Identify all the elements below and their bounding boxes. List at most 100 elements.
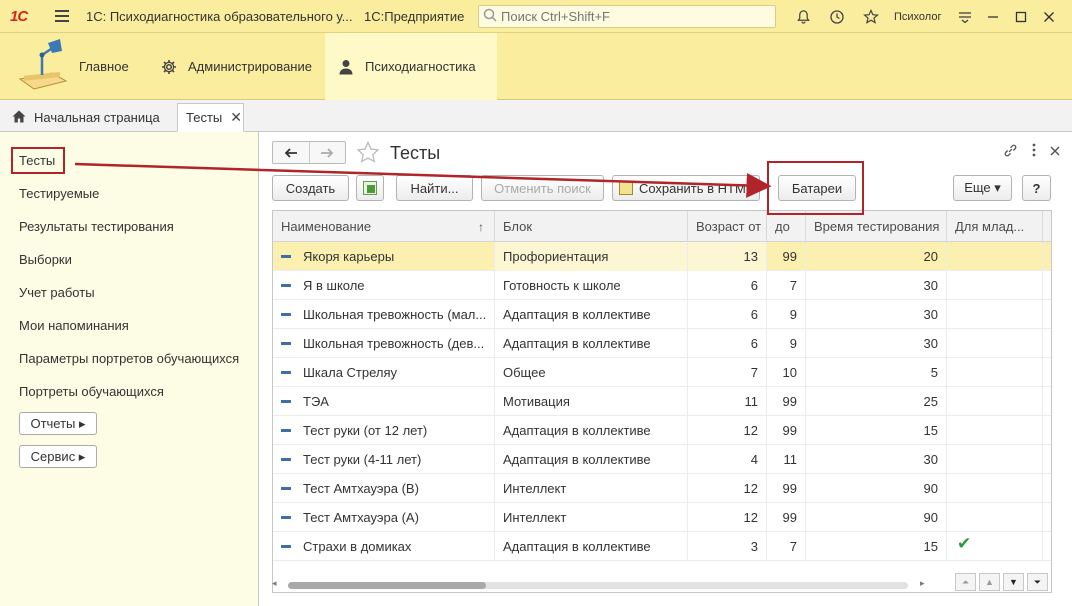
close-tab-icon[interactable]: ✕ — [230, 109, 242, 126]
save-html-button[interactable]: Сохранить в HTML — [612, 175, 760, 201]
table-row[interactable]: Я в школе Готовность к школе 6 7 30 — [273, 271, 1051, 300]
item-icon — [281, 487, 291, 490]
cell-age-from: 6 — [688, 271, 767, 300]
find-button[interactable]: Найти... — [396, 175, 473, 201]
main-menu-button[interactable] — [48, 0, 76, 33]
nav-item-test-results[interactable]: Результаты тестирования — [19, 219, 174, 234]
table-row[interactable]: Страхи в домиках Адаптация в коллективе 3 7… — [273, 532, 1051, 561]
platform-name: 1С:Предприятие — [364, 8, 465, 24]
cell-name-text: Шкала Стреляу — [303, 365, 398, 380]
cell-age-from: 12 — [688, 503, 767, 532]
maximize-icon[interactable] — [1007, 0, 1035, 33]
cell-block: Адаптация в коллективе — [495, 445, 688, 474]
cell-age-to: 99 — [767, 387, 806, 416]
create-button[interactable]: Создать — [272, 175, 349, 201]
cell-test-time: 5 — [806, 358, 947, 387]
history-nav — [272, 141, 346, 164]
table-row[interactable]: Тест Амтхауэра (А) Интеллект 12 99 90 — [273, 503, 1051, 532]
cell-name-text: Школьная тревожность (дев... — [303, 336, 485, 351]
column-header-age-to[interactable]: до — [767, 211, 806, 242]
cell-name-text: Якоря карьеры — [303, 249, 395, 264]
back-arrow-icon[interactable] — [273, 142, 309, 163]
user-icon — [335, 56, 357, 78]
cell-age-to: 99 — [767, 503, 806, 532]
horizontal-scrollbar[interactable]: ◂ ▸ — [272, 576, 925, 592]
cell-for-young — [947, 474, 1043, 503]
section-main[interactable]: Главное — [0, 33, 140, 100]
table-row[interactable]: Тест Амтхауэра (В) Интеллект 12 99 90 — [273, 474, 1051, 503]
cell-for-young — [947, 358, 1043, 387]
scroll-to-top-icon[interactable]: ⏶ — [955, 573, 976, 591]
close-form-icon[interactable] — [1050, 143, 1060, 161]
settings-menu-icon[interactable] — [951, 0, 979, 33]
minimize-icon[interactable] — [979, 0, 1007, 33]
save-html-label: Сохранить в HTML — [638, 180, 754, 196]
table-row[interactable]: Школьная тревожность (дев... Адаптация в … — [273, 329, 1051, 358]
cell-block: Адаптация в коллективе — [495, 416, 688, 445]
nav-item-portrait-params[interactable]: Параметры портретов обучающихся — [19, 351, 239, 366]
page-up-icon[interactable]: ▲ — [979, 573, 1000, 591]
nav-item-work-log[interactable]: Учет работы — [19, 285, 95, 300]
table-row[interactable]: Тест руки (4-11 лет) Адаптация в коллекти… — [273, 445, 1051, 474]
section-psychodiagnostics[interactable]: Психодиагностика — [325, 33, 497, 100]
table-row[interactable]: ТЭА Мотивация 11 99 25 — [273, 387, 1051, 416]
annotation-highlight-batteries — [767, 161, 864, 215]
search-input[interactable] — [501, 9, 761, 24]
navigation-panel: Тесты Тестируемые Результаты тестировани… — [0, 132, 259, 606]
cancel-search-button[interactable]: Отменить поиск — [481, 175, 604, 201]
favorites-star-icon[interactable] — [854, 0, 888, 33]
reports-button[interactable]: Отчеты ▸ — [19, 412, 97, 435]
section-administration[interactable]: Администрирование — [148, 33, 318, 100]
column-header-block[interactable]: Блок — [495, 211, 688, 242]
cell-age-to: 99 — [767, 242, 806, 271]
link-icon[interactable] — [1003, 143, 1018, 161]
table-pager: ⏶ ▲ ▼ ⏷ — [955, 573, 1048, 591]
item-icon — [281, 342, 291, 345]
cell-age-to: 11 — [767, 445, 806, 474]
help-button[interactable]: ? — [1022, 175, 1051, 201]
item-icon — [281, 516, 291, 519]
nav-item-portraits[interactable]: Портреты обучающихся — [19, 384, 164, 399]
current-user[interactable]: Психолог — [894, 11, 941, 23]
global-search[interactable] — [478, 5, 776, 28]
column-header-age-from[interactable]: Возраст от — [688, 211, 767, 242]
cell-age-to: 7 — [767, 532, 806, 561]
more-actions-icon[interactable] — [1032, 143, 1036, 161]
nav-item-subjects[interactable]: Тестируемые — [19, 186, 99, 201]
column-header-name[interactable]: Наименование ↑ — [273, 211, 495, 242]
tests-table[interactable]: Наименование ↑ Блок Возраст от до Время … — [272, 210, 1052, 593]
cell-name-text: Тест руки (4-11 лет) — [303, 452, 422, 467]
scroll-right-icon[interactable]: ▸ — [920, 578, 925, 589]
tab-tests[interactable]: Тесты ✕ — [177, 103, 244, 132]
scroll-left-icon[interactable]: ◂ — [272, 578, 277, 589]
close-window-icon[interactable] — [1035, 0, 1063, 33]
copy-icon — [363, 181, 377, 195]
page-down-icon[interactable]: ▼ — [1003, 573, 1024, 591]
tab-home-page[interactable]: Начальная страница — [4, 103, 174, 132]
forward-arrow-icon[interactable] — [308, 142, 346, 163]
scroll-to-bottom-icon[interactable]: ⏷ — [1027, 573, 1048, 591]
tab-home-label: Начальная страница — [34, 110, 160, 125]
item-icon — [281, 400, 291, 403]
cell-block: Адаптация в коллективе — [495, 329, 688, 358]
copy-button[interactable] — [356, 175, 384, 201]
nav-item-samples[interactable]: Выборки — [19, 252, 72, 267]
item-icon — [281, 255, 291, 258]
table-row[interactable]: Школьная тревожность (мал... Адаптация в … — [273, 300, 1051, 329]
desk-lamp-icon — [12, 37, 74, 97]
nav-item-reminders[interactable]: Мои напоминания — [19, 318, 129, 333]
cell-age-from: 7 — [688, 358, 767, 387]
scrollbar-thumb[interactable] — [288, 582, 486, 589]
history-icon[interactable] — [820, 0, 854, 33]
more-button[interactable]: Еще ▾ — [953, 175, 1012, 201]
column-header-test-time[interactable]: Время тестирования — [806, 211, 947, 242]
cell-name: Тест руки (от 12 лет) — [273, 416, 495, 445]
service-button[interactable]: Сервис ▸ — [19, 445, 97, 468]
table-row[interactable]: Тест руки (от 12 лет) Адаптация в коллект… — [273, 416, 1051, 445]
add-to-favorites-star-icon[interactable] — [356, 140, 380, 169]
bell-icon[interactable] — [786, 0, 820, 33]
table-row[interactable]: Якоря карьеры Профориентация 13 99 20 — [273, 242, 1051, 271]
table-row[interactable]: Шкала Стреляу Общее 7 10 5 — [273, 358, 1051, 387]
annotation-highlight-tests — [11, 147, 65, 174]
column-header-for-young[interactable]: Для млад... — [947, 211, 1043, 242]
